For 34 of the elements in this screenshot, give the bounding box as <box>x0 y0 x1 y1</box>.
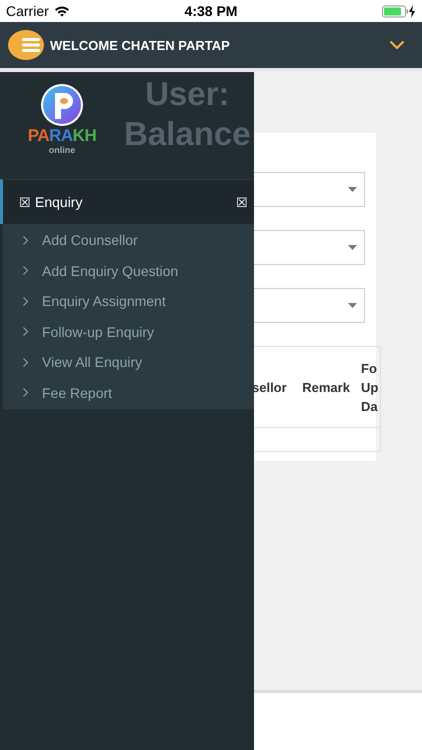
column-header: sellor <box>252 380 288 394</box>
chevron-right-icon <box>23 296 28 306</box>
collapse-toggle[interactable]: ☒ <box>236 194 248 210</box>
chevron-down-icon[interactable] <box>389 40 405 50</box>
chevron-right-icon <box>23 266 28 276</box>
page-title: Balance <box>124 114 251 154</box>
dropdown-arrow-icon <box>348 303 357 308</box>
dropdown-arrow-icon <box>348 187 357 192</box>
clock-time: 4:38 PM <box>184 3 238 19</box>
menu-button[interactable] <box>8 30 44 60</box>
submenu-item[interactable]: View All Enquiry <box>3 347 254 378</box>
logo-tagline: online <box>48 145 76 155</box>
submenu-item[interactable]: Fee Report <box>3 378 254 408</box>
dropdown-arrow-icon <box>348 245 357 250</box>
wifi-icon <box>54 5 70 17</box>
page-title: User: <box>145 74 230 114</box>
chevron-right-icon <box>23 388 28 398</box>
chevron-right-icon <box>23 327 28 336</box>
menu-icon <box>22 38 40 52</box>
chevron-right-icon <box>23 358 28 367</box>
submenu-item[interactable]: Follow-up Enquiry <box>3 316 254 347</box>
menu-item[interactable]: ☒ Enquiry ☒ <box>0 179 254 224</box>
battery-icon <box>382 4 416 18</box>
menu-item-label: Enquiry <box>35 194 84 210</box>
column-header: Remark <box>302 380 351 394</box>
logo-icon <box>40 83 84 127</box>
column-header: Fo Up Da <box>361 360 380 416</box>
carrier-label: Carrier <box>6 3 49 19</box>
submenu-item[interactable]: Add Enquiry Question <box>3 256 254 286</box>
submenu-item[interactable]: Enquiry Assignment <box>3 286 254 316</box>
submenu-item[interactable]: Add Counsellor <box>3 225 254 256</box>
welcome-title: WELCOME CHATEN PARTAP <box>50 38 231 52</box>
chevron-right-icon <box>23 236 28 245</box>
menu-item-icon: ☒ <box>19 194 31 210</box>
